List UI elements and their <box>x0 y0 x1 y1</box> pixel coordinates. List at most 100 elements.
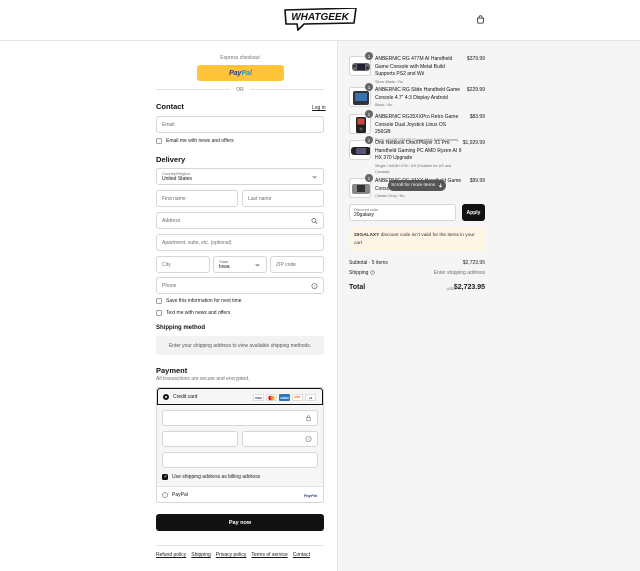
item-variant: Classic Gray / No <box>375 194 405 198</box>
save-info-checkbox-row[interactable]: Save this information for next time <box>156 298 242 304</box>
paypal-option[interactable]: PayPal PayPal <box>157 487 323 503</box>
text-me-checkbox[interactable] <box>156 310 162 316</box>
card-number-field[interactable] <box>162 410 318 426</box>
city-field[interactable]: City <box>156 256 210 273</box>
svg-text:WHATGEEK: WHATGEEK <box>291 12 349 23</box>
newsletter-label: Email me with news and offers <box>166 138 234 144</box>
svg-text:?: ? <box>307 437 309 441</box>
apartment-placeholder: Apartment, suite, etc. (optional) <box>162 239 232 246</box>
phone-field[interactable]: Phone ? <box>156 277 324 294</box>
paypal-logo: PayPal <box>303 492 317 498</box>
item-name: One Netbook OneXPlayer X1 Pro Handheld G… <box>375 140 463 175</box>
login-link[interactable]: Log in <box>312 105 326 111</box>
newsletter-checkbox-row[interactable]: Email me with news and offers <box>156 138 234 144</box>
item-title: ANBERNIC RG 477M AI Handheld Game Consol… <box>375 56 453 77</box>
credit-card-form: ? Use shipping address as billing addres… <box>157 405 323 487</box>
shipping-label: Shipping <box>349 270 369 276</box>
delivery-title: Delivery <box>156 155 186 164</box>
billing-same-row[interactable]: Use shipping address as billing address <box>162 474 260 480</box>
help-circle-icon[interactable]: ? <box>311 282 318 289</box>
scroll-hint-text: Scroll for more items <box>391 183 435 188</box>
billing-same-label: Use shipping address as billing address <box>172 474 261 480</box>
discount-value: 20galaxy <box>354 211 375 218</box>
credit-card-option[interactable]: Credit card VISA AMEX DISC +2 <box>157 388 323 405</box>
item-variant: Black / No <box>375 103 393 107</box>
privacy-policy-link[interactable]: Privacy policy <box>216 552 247 558</box>
discount-code-field[interactable]: Discount code 20galaxy <box>349 204 456 221</box>
quantity-badge: 1 <box>365 174 373 182</box>
item-name: ANBERNIC RG35XXPro Retro Game Console Du… <box>375 114 463 143</box>
terms-link[interactable]: Terms of service <box>251 552 287 558</box>
or-divider: OR <box>156 87 324 93</box>
svg-text:?: ? <box>313 284 315 288</box>
item-price: $379.99 <box>466 56 485 62</box>
security-code-field[interactable]: ? <box>242 431 318 447</box>
mastercard-icon <box>266 394 277 401</box>
paypal-express-button[interactable]: Pay Pal <box>197 65 284 81</box>
refund-policy-link[interactable]: Refund policy <box>156 552 186 558</box>
zip-placeholder: ZIP code <box>276 261 296 268</box>
shopping-bag-icon[interactable] <box>476 15 485 24</box>
item-name: ANBERNIC RG Slide Handheld Game Console … <box>375 87 463 108</box>
paypal-radio[interactable] <box>162 492 168 498</box>
item-title: ANBERNIC RG35XXPro Retro Game Console Du… <box>375 114 459 135</box>
quantity-badge: 1 <box>365 83 373 91</box>
footer-divider <box>156 545 324 546</box>
country-select[interactable]: Country/Region United States <box>156 168 324 185</box>
paypal-text-pay: Pay <box>229 69 242 77</box>
first-name-field[interactable]: First name <box>156 190 238 207</box>
discover-icon: DISC <box>292 394 303 401</box>
email-placeholder: Email <box>162 121 175 128</box>
email-field[interactable]: Email <box>156 116 324 133</box>
item-name: ANBERNIC RG 477M AI Handheld Game Consol… <box>375 56 463 85</box>
more-cards-badge: +2 <box>305 394 316 401</box>
state-select[interactable]: State Iowa <box>213 256 267 273</box>
newsletter-checkbox[interactable] <box>156 138 162 144</box>
last-name-placeholder: Last name <box>248 195 272 202</box>
scroll-more-items-button[interactable]: Scroll for more items <box>388 180 446 191</box>
chevron-down-icon <box>312 175 317 178</box>
contact-link[interactable]: Contact <box>293 552 310 558</box>
credit-card-label: Credit card <box>173 393 198 400</box>
credit-card-radio[interactable] <box>163 393 169 400</box>
footer-links: Refund policy Shipping Privacy policy Te… <box>156 552 310 558</box>
pay-now-button[interactable]: Pay now <box>156 514 324 531</box>
zip-field[interactable]: ZIP code <box>270 256 324 273</box>
lock-icon <box>306 415 311 421</box>
shipping-method-info: Enter your shipping address to view avai… <box>156 336 324 355</box>
total-value: $2,723.95 <box>453 284 485 291</box>
payment-title: Payment <box>156 366 188 375</box>
total-label: Total <box>349 284 366 291</box>
help-circle-icon[interactable]: ? <box>370 270 375 275</box>
paypal-text-pal: Pal <box>241 69 252 77</box>
expiration-field[interactable] <box>162 431 238 447</box>
subtotal-row: Subtotal · 5 items $2,723.95 <box>349 260 485 266</box>
shipping-value: Enter shipping address <box>433 270 485 276</box>
apply-discount-button[interactable]: Apply <box>462 204 485 221</box>
site-header: WHATGEEK <box>0 0 640 41</box>
or-text: OR <box>236 87 244 93</box>
contact-title: Contact <box>156 102 184 111</box>
text-me-checkbox-row[interactable]: Text me with news and offers <box>156 310 230 316</box>
quantity-badge: 1 <box>365 110 373 118</box>
address-field[interactable]: Address <box>156 212 324 229</box>
name-on-card-field[interactable] <box>162 452 318 468</box>
item-title: One Netbook OneXPlayer X1 Pro Handheld G… <box>375 140 462 161</box>
whatgeek-logo[interactable]: WHATGEEK <box>284 8 357 31</box>
item-price: $229.99 <box>466 87 485 93</box>
apartment-field[interactable]: Apartment, suite, etc. (optional) <box>156 234 324 251</box>
subtotal-label: Subtotal · 5 items <box>349 260 388 266</box>
save-info-checkbox[interactable] <box>156 298 162 304</box>
card-brands: VISA AMEX DISC +2 <box>253 394 316 401</box>
express-checkout-label: Express checkout <box>220 55 260 61</box>
total-row: Total USD $2,723.95 <box>349 284 485 291</box>
item-variant: Silver Blade / No <box>375 79 404 84</box>
search-icon <box>311 217 318 224</box>
billing-same-checkbox[interactable] <box>162 474 168 480</box>
item-price: $83.99 <box>469 114 485 120</box>
last-name-field[interactable]: Last name <box>242 190 324 207</box>
item-title: ANBERNIC RG Slide Handheld Game Console … <box>375 87 461 101</box>
help-circle-icon[interactable]: ? <box>305 436 312 443</box>
shipping-link[interactable]: Shipping <box>191 552 210 558</box>
subtotal-value: $2,723.95 <box>462 260 485 266</box>
